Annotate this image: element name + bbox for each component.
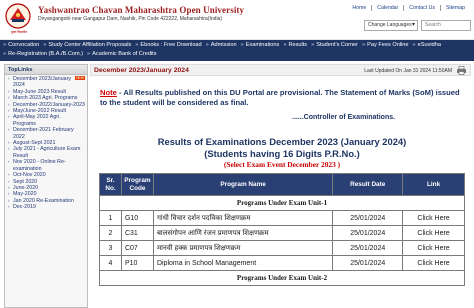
header-link-calendar[interactable]: Calendar [371, 5, 403, 11]
table-row: 1 G10 गांधी विचार दर्शन पदविका शिक्षणक्र… [99, 210, 465, 226]
exam-unit-1-label: Programs Under Exam Unit-1 [99, 195, 465, 211]
note-label: Note [100, 88, 117, 97]
main-navigation: » Convocation » Study Center Affiliation P… [0, 40, 474, 61]
cell-program-code: G10 [120, 210, 154, 226]
toplinks-sidebar: TopLinks › December 2023/January 2024 NEW ›… [4, 64, 88, 308]
header-sr-no: Sr. No. [99, 173, 122, 196]
header-link: Link [402, 173, 465, 196]
nav-item-ebooks[interactable]: » Ebooks : Free Download [135, 41, 205, 50]
results-title-line1: Results of Examinations December 2023 (J… [157, 136, 407, 147]
nav-item-pay-fees[interactable]: » Pay Fees Online [362, 41, 412, 50]
cell-program-name: मानवी हक्क प्रमाणपत्र शिक्षणक्रम [152, 240, 334, 256]
table-row: 3 C07 मानवी हक्क प्रमाणपत्र शिक्षणक्रम 2… [99, 240, 465, 256]
sidebar-item-label: Nov 2020 - Online Re-examination [13, 159, 66, 172]
cell-program-name: बालसंगोपन आणि रंजन प्रमाणपत्र शिक्षणक्रम [152, 225, 334, 241]
sidebar-heading: TopLinks [5, 65, 87, 75]
cell-result-date: 25/01/2024 [332, 255, 404, 271]
header-program-code: Program Code [120, 173, 154, 196]
nav-item-academic-bank[interactable]: » Academic Bank of Credits [87, 50, 160, 59]
table-row: 2 C31 बालसंगोपन आणि रंजन प्रमाणपत्र शिक्… [99, 225, 465, 241]
sidebar-item-label: Dec-2019 [13, 204, 36, 211]
cell-result-date: 25/01/2024 [332, 225, 404, 241]
nav-item-esuvidha[interactable]: » eSuvidha [413, 41, 445, 50]
sidebar-list: › December 2023/January 2024 NEW › May-June … [5, 75, 87, 211]
sidebar-item[interactable]: › December-2021 February 2022 [8, 127, 85, 140]
header-link-contact[interactable]: Contact Us [403, 5, 440, 11]
sidebar-item[interactable]: › July 2021 - Agriculture Exam Result [8, 146, 85, 159]
click-here-link[interactable]: Click Here [402, 240, 465, 256]
table-row: 4 P10 Diploma in School Management 25/01… [99, 255, 465, 271]
sidebar-item[interactable]: › Dec-2019 [8, 204, 85, 210]
sidebar-item-label: December-2021 February 2022 [13, 127, 74, 140]
cell-sr-no: 4 [99, 255, 122, 271]
click-here-link[interactable]: Click Here [402, 255, 465, 271]
results-heading: Results of Examinations December 2023 (J… [90, 136, 474, 159]
cell-sr-no: 3 [99, 240, 122, 256]
cell-program-code: C07 [120, 240, 154, 256]
click-here-link[interactable]: Click Here [402, 225, 465, 241]
university-name[interactable]: Yashwantrao Chavan Maharashtra Open Univ… [38, 5, 244, 15]
sidebar-item-label: July 2021 - Agriculture Exam Result [13, 146, 81, 159]
sidebar-item[interactable]: › April-May 2022 Agri. Programs [8, 114, 85, 127]
nav-item-results[interactable]: » Results [283, 41, 311, 50]
new-badge: NEW [75, 76, 85, 80]
cell-sr-no: 1 [99, 210, 122, 226]
note-text: - All Results published on this DU Porta… [100, 88, 460, 107]
cell-program-code: P10 [120, 255, 154, 271]
header-link-home[interactable]: Home [347, 5, 371, 11]
last-updated: Last Updated On Jan 31 2024 11:50AM [364, 67, 452, 74]
page-title-bar: December 2023/January 2024 Last Updated … [90, 64, 471, 76]
university-address: Dnyangangotri near Gangapur Dam, Nashik,… [38, 16, 222, 22]
exam-unit-2-label: Programs Under Exam Unit-2 [99, 270, 465, 286]
table-header-row: Sr. No. Program Code Program Name Result… [99, 173, 465, 196]
nav-item-admission[interactable]: » Admission [206, 41, 241, 50]
header-link-sitemap[interactable]: Sitemap [439, 5, 470, 11]
sidebar-item-label: April-May 2022 Agri. Programs [13, 114, 61, 127]
results-title-line2: (Students having 16 Digits P.R.No.) [204, 147, 360, 159]
unit-row: Programs Under Exam Unit-2 [99, 270, 465, 286]
cell-program-name: Diploma in School Management [152, 255, 334, 271]
sidebar-item[interactable]: › Nov 2020 - Online Re-examination [8, 159, 85, 172]
nav-item-study-center[interactable]: » Study Center Affiliation Proposals [43, 41, 135, 50]
university-logo-icon[interactable] [5, 3, 31, 29]
header-links: Home Calendar Contact Us Sitemap [300, 5, 470, 11]
sidebar-item[interactable]: › December 2023/January 2024 NEW [8, 76, 85, 89]
notice: Note - All Results published on this DU … [100, 88, 464, 107]
header-program-name: Program Name [152, 173, 334, 196]
logo-caption: मुक्त विद्यापीठ [10, 30, 28, 34]
search-input[interactable]: Search [421, 20, 471, 31]
click-here-link[interactable]: Click Here [402, 210, 465, 226]
print-icon[interactable] [456, 66, 467, 75]
sidebar-item-label: December 2023/January 2024 [13, 76, 72, 89]
controller-signature: ......Controller of Examinations. [292, 114, 396, 121]
nav-item-examinations[interactable]: » Examinations [241, 41, 284, 50]
header-result-date: Result Date [332, 173, 404, 196]
exam-event-label: (Select Exam Event December 2023 ) [223, 160, 341, 169]
results-table: Sr. No. Program Code Program Name Result… [99, 173, 465, 286]
site-header: मुक्त विद्यापीठ Yashwantrao Chavan Mahar… [0, 0, 474, 40]
nav-item-re-registration[interactable]: » Re-Registration (B.A./B.Com.) [3, 50, 87, 59]
cell-program-code: C31 [120, 225, 154, 241]
cell-result-date: 25/01/2024 [332, 210, 404, 226]
nav-item-convocation[interactable]: » Convocation [3, 41, 43, 50]
cell-sr-no: 2 [99, 225, 122, 241]
nav-item-students-corner[interactable]: » Student's Corner [311, 41, 362, 50]
language-select[interactable]: Change Languages [364, 20, 418, 31]
cell-result-date: 25/01/2024 [332, 240, 404, 256]
page-title: December 2023/January 2024 [94, 67, 189, 74]
cell-program-name: गांधी विचार दर्शन पदविका शिक्षणक्रम [152, 210, 334, 226]
unit-row: Programs Under Exam Unit-1 [99, 195, 465, 211]
